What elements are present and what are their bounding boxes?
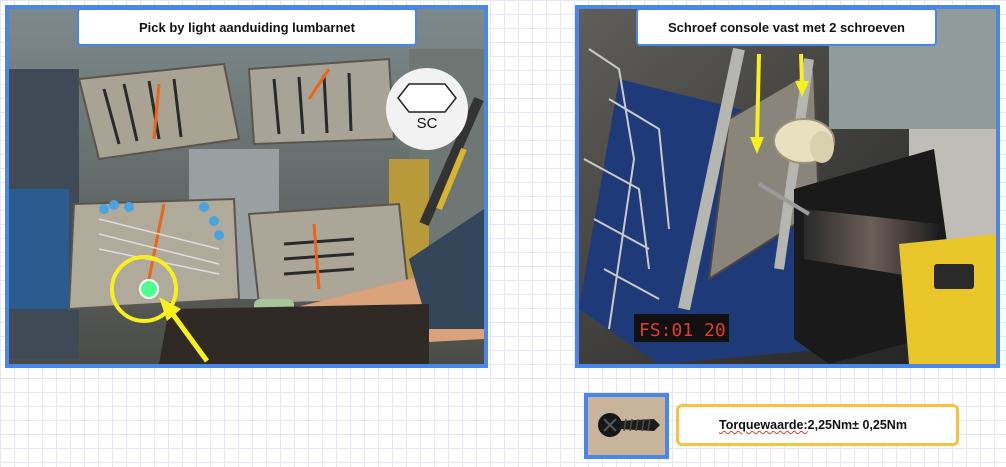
left-photo-caption: Pick by light aanduiding lumbarnet (77, 8, 417, 46)
sc-badge: SC (386, 68, 468, 150)
left-photo-scene (9, 9, 484, 364)
timestamp-overlay: FS:01 20 (639, 320, 726, 341)
left-photo (5, 5, 488, 368)
torque-label: Torquewaarde: (719, 418, 808, 432)
right-photo-caption: Schroef console vast met 2 schroeven (636, 8, 937, 46)
screw-thumbnail (584, 393, 669, 459)
sc-badge-label: SC (416, 115, 438, 132)
torque-value-box: Torquewaarde: 2,25Nm± 0,25Nm (676, 404, 959, 446)
screw-icon (588, 397, 665, 455)
right-photo: FS:01 20 (575, 5, 1000, 368)
right-photo-scene: FS:01 20 (579, 9, 996, 364)
hexagon-icon (397, 83, 457, 113)
torque-value: 2,25Nm± 0,25Nm (807, 418, 907, 432)
